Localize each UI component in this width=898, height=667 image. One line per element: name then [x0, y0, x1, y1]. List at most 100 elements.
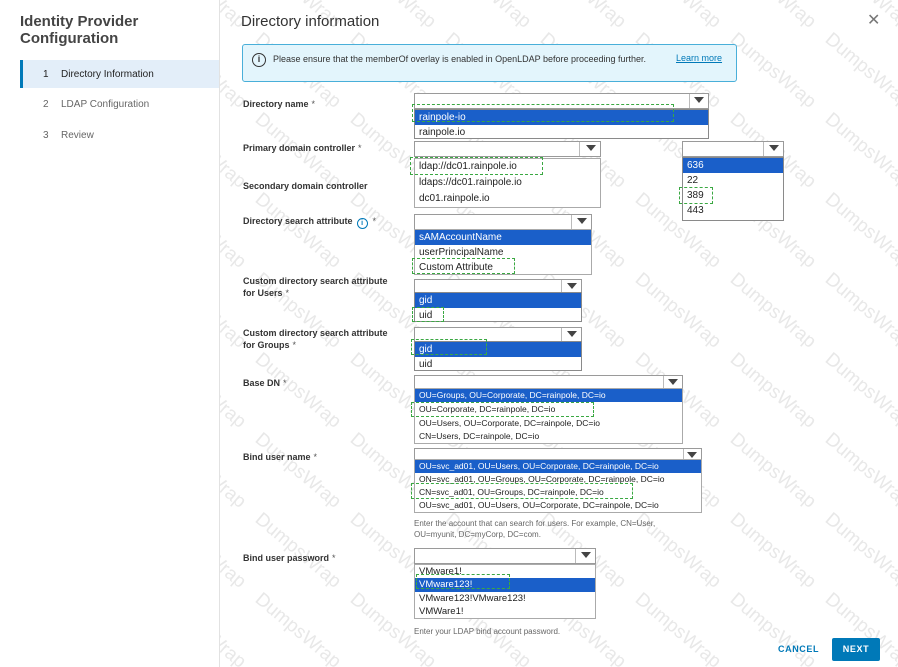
cancel-button[interactable]: CANCEL	[778, 644, 819, 654]
option-hostname[interactable]: dc01.rainpole.io	[415, 191, 600, 207]
bind-user-name-helper: Enter the account that can search for us…	[414, 519, 656, 539]
bind-password-options: VMware1! VMware123! VMware123!VMware123!…	[414, 564, 596, 619]
wizard-sidebar: Identity Provider Configuration 1 Direct…	[0, 0, 220, 667]
option-bind-user[interactable]: OU=svc_ad01, OU=Users, OU=Corporate, DC=…	[415, 499, 701, 512]
info-icon[interactable]: i	[356, 218, 368, 229]
option-uid[interactable]: uid	[415, 308, 581, 323]
info-icon: i	[252, 53, 266, 67]
step-review[interactable]: 3 Review	[20, 121, 219, 149]
option-port-636[interactable]: 636	[683, 158, 783, 173]
option-port-443[interactable]: 443	[683, 203, 783, 218]
search-attribute-options: sAMAccountName userPrincipalName Custom …	[414, 229, 592, 275]
bind-password-helper: Enter your LDAP bind account password.	[414, 627, 561, 636]
base-dn-label: Base DN *	[243, 378, 287, 388]
chevron-down-icon	[581, 552, 591, 558]
step-label: Review	[61, 130, 94, 141]
step-number: 3	[43, 130, 49, 141]
chevron-down-icon	[586, 145, 596, 151]
port-select[interactable]	[682, 141, 784, 157]
watermark-text: DumpsWrap	[250, 508, 345, 593]
option-samaccountname[interactable]: sAMAccountName	[415, 230, 591, 245]
directory-name-select[interactable]	[414, 93, 709, 109]
bind-password-select[interactable]	[414, 548, 596, 564]
chevron-down-icon	[567, 331, 577, 337]
watermark-text: DumpsWrap	[725, 588, 820, 667]
page-title: Directory information	[241, 13, 380, 30]
option-base-dn[interactable]: CN=Users, DC=rainpole, DC=io	[415, 430, 682, 443]
watermark-text: DumpsWrap	[820, 28, 898, 113]
directory-name-label: Directory name *	[243, 99, 316, 109]
watermark-text: DumpsWrap	[820, 348, 898, 433]
watermark-text: DumpsWrap	[535, 0, 630, 33]
info-banner: i Please ensure that the memberOf overla…	[242, 44, 737, 82]
chevron-down-icon	[577, 218, 587, 224]
chevron-down-icon	[769, 145, 779, 151]
watermark-text: DumpsWrap	[725, 508, 820, 593]
bind-password-label: Bind user password *	[243, 553, 336, 563]
base-dn-options: OU=Groups, OU=Corporate, DC=rainpole, DC…	[414, 388, 683, 444]
option-gid[interactable]: gid	[415, 342, 581, 357]
watermark-text: DumpsWrap	[725, 348, 820, 433]
watermark-text: DumpsWrap	[250, 428, 345, 513]
close-icon[interactable]: ✕	[867, 10, 880, 30]
watermark-text: DumpsWrap	[725, 0, 820, 33]
option-userprincipalname[interactable]: userPrincipalName	[415, 245, 591, 260]
watermark-text: DumpsWrap	[440, 0, 535, 33]
watermark-text: DumpsWrap	[820, 508, 898, 593]
bind-user-name-label: Bind user name *	[243, 452, 318, 462]
option-base-dn[interactable]: OU=Groups, OU=Corporate, DC=rainpole, DC…	[415, 389, 682, 402]
primary-dc-options: ldap://dc01.rainpole.io ldaps://dc01.rai…	[414, 158, 601, 208]
option-password[interactable]: VMWare1!	[415, 605, 595, 618]
step-label: LDAP Configuration	[61, 99, 150, 110]
chevron-down-icon	[694, 97, 704, 103]
option-ldap-url[interactable]: ldap://dc01.rainpole.io	[415, 159, 600, 175]
directory-name-options: rainpole-io rainpole.io	[414, 109, 709, 139]
option-gid[interactable]: gid	[415, 293, 581, 308]
primary-dc-label: Primary domain controller *	[243, 143, 362, 153]
search-attribute-label: Directory search attribute i *	[243, 216, 377, 229]
watermark-text: DumpsWrap	[250, 188, 345, 273]
step-directory-information[interactable]: 1 Directory Information	[20, 60, 219, 88]
option-password[interactable]: VMware1!	[415, 565, 595, 578]
watermark-text: DumpsWrap	[820, 0, 898, 33]
option-port-389[interactable]: 389	[683, 188, 783, 203]
step-number: 1	[43, 69, 49, 80]
chevron-down-icon	[668, 379, 678, 385]
watermark-text: DumpsWrap	[725, 28, 820, 113]
option-port-22[interactable]: 22	[683, 173, 783, 188]
custom-groups-attribute-label: Custom directory search attribute for Gr…	[243, 328, 388, 350]
step-label: Directory Information	[61, 69, 154, 80]
port-options: 636 22 389 443	[682, 157, 784, 221]
option-bind-user[interactable]: ON=svc_ad01, OU=Groups, OU=Corporate, DC…	[415, 473, 701, 486]
option-rainpole-dot-io[interactable]: rainpole.io	[415, 125, 708, 140]
watermark-text: DumpsWrap	[250, 588, 345, 667]
banner-message: Please ensure that the memberOf overlay …	[273, 54, 647, 64]
step-number: 2	[43, 99, 49, 110]
next-button[interactable]: NEXT	[832, 638, 880, 661]
option-bind-user[interactable]: CN=svc_ad01, OU=Groups, DC=rainpole, DC=…	[415, 486, 701, 499]
option-uid[interactable]: uid	[415, 357, 581, 372]
option-base-dn[interactable]: OU=Users, OU=Corporate, DC=rainpole, DC=…	[415, 416, 682, 430]
watermark-text: DumpsWrap	[820, 188, 898, 273]
custom-users-attribute-label: Custom directory search attribute for Us…	[243, 276, 388, 298]
option-custom-attribute[interactable]: Custom Attribute	[415, 260, 591, 275]
option-password[interactable]: VMware123!VMware123!	[415, 592, 595, 605]
option-rainpole-dash-io[interactable]: rainpole-io	[415, 110, 708, 125]
watermark-text: DumpsWrap	[630, 268, 725, 353]
option-ldaps-url[interactable]: ldaps://dc01.rainpole.io	[415, 175, 600, 191]
watermark-text: DumpsWrap	[820, 108, 898, 193]
watermark-text: DumpsWrap	[725, 268, 820, 353]
primary-dc-select[interactable]	[414, 141, 601, 157]
watermark-text: DumpsWrap	[250, 348, 345, 433]
step-ldap-configuration[interactable]: 2 LDAP Configuration	[20, 90, 219, 118]
watermark-text: DumpsWrap	[630, 0, 725, 33]
option-password[interactable]: VMware123!	[415, 578, 595, 592]
watermark-text: DumpsWrap	[820, 268, 898, 353]
option-base-dn[interactable]: OU=Corporate, DC=rainpole, DC=io	[415, 402, 682, 416]
learn-more-link[interactable]: Learn more	[676, 53, 722, 63]
option-bind-user[interactable]: OU=svc_ad01, OU=Users, OU=Corporate, DC=…	[415, 460, 701, 473]
chevron-down-icon	[687, 452, 697, 458]
bind-user-name-options: OU=svc_ad01, OU=Users, OU=Corporate, DC=…	[414, 459, 702, 513]
search-attribute-select[interactable]	[414, 214, 592, 230]
base-dn-select[interactable]	[414, 375, 683, 389]
